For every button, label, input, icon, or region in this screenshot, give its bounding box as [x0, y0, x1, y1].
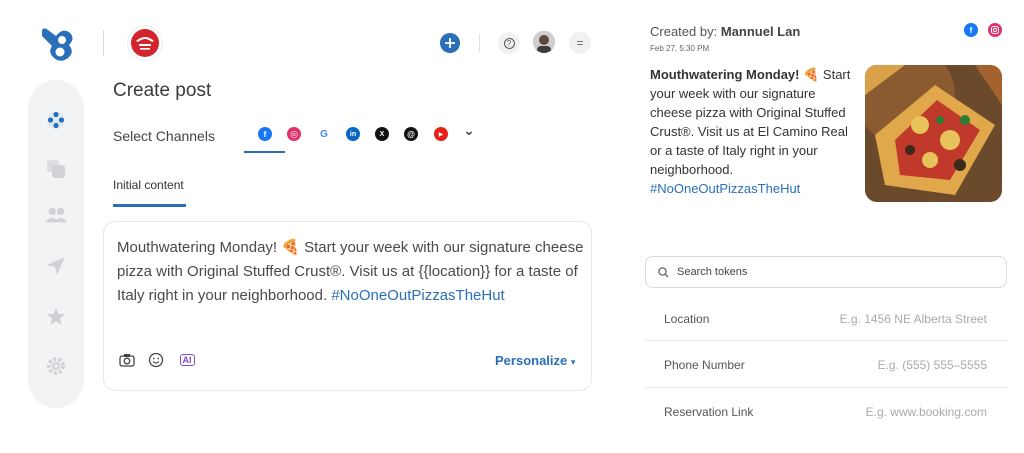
plus-icon: [445, 38, 455, 48]
row-divider: [645, 340, 1007, 341]
menu-button[interactable]: =: [569, 32, 591, 54]
users-icon[interactable]: [45, 204, 67, 226]
personalize-button[interactable]: Personalize ▾: [495, 353, 575, 368]
instagram-icon[interactable]: [988, 23, 1002, 37]
page-title: Create post: [113, 80, 212, 101]
threads-icon[interactable]: @: [404, 127, 418, 141]
facebook-icon[interactable]: f: [964, 23, 978, 37]
chevron-down-icon[interactable]: ⌄: [462, 122, 476, 138]
camera-icon[interactable]: [118, 352, 136, 368]
app-logo[interactable]: [36, 24, 78, 64]
post-editor[interactable]: Mouthwatering Monday! 🍕 Start your week …: [103, 221, 592, 391]
caret-down-icon: ▾: [570, 357, 576, 367]
preview-hashtag: #NoOneOutPizzasTheHut: [650, 181, 801, 196]
row-divider: [645, 387, 1007, 388]
pizza-hut-logo-icon: [131, 29, 159, 57]
help-button[interactable]: ?: [498, 32, 520, 54]
token-example-phone: E.g. (555) 555–5555: [877, 358, 987, 372]
x-icon[interactable]: X: [375, 127, 389, 141]
add-button[interactable]: [440, 33, 460, 53]
brand-avatar[interactable]: [127, 25, 163, 61]
linkedin-icon[interactable]: in: [346, 127, 360, 141]
tab-initial-content[interactable]: Initial content: [113, 178, 184, 192]
post-date: Feb 27, 5:30 PM: [650, 44, 710, 53]
sidebar: [28, 80, 84, 408]
tab-active-underline: [113, 204, 186, 207]
instagram-icon[interactable]: ◎: [287, 127, 301, 141]
preview-text: Mouthwatering Monday! 🍕 Start your week …: [650, 67, 851, 196]
token-example-location: E.g. 1456 NE Alberta Street: [839, 312, 987, 326]
menu-icon: =: [576, 36, 584, 50]
header-divider: [103, 30, 104, 56]
header-divider-2: [479, 34, 480, 52]
channels-icon[interactable]: [45, 109, 67, 131]
editor-text[interactable]: Mouthwatering Monday! 🍕 Start your week …: [117, 236, 587, 308]
ai-icon[interactable]: AI: [177, 352, 197, 368]
settings-icon[interactable]: [45, 355, 67, 377]
token-example-reservation: E.g. www.booking.com: [865, 405, 987, 419]
editor-hashtag: #NoOneOutPizzasTheHut: [331, 287, 505, 304]
star-icon[interactable]: [45, 306, 67, 328]
google-icon[interactable]: G: [317, 127, 331, 141]
created-by: Created by: Mannuel Lan: [650, 24, 801, 39]
select-channels-label: Select Channels: [113, 128, 215, 144]
search-icon: [658, 267, 669, 278]
help-icon: ?: [503, 37, 515, 49]
user-avatar[interactable]: [533, 31, 555, 53]
avatar-icon: [533, 31, 555, 53]
emoji-icon[interactable]: [147, 352, 165, 368]
send-icon[interactable]: [45, 255, 67, 277]
posts-icon[interactable]: [45, 158, 67, 180]
search-tokens-input[interactable]: Search tokens: [645, 256, 1007, 288]
post-image: [865, 65, 1002, 202]
token-label-location[interactable]: Location: [664, 312, 709, 326]
channel-active-underline: [244, 151, 285, 153]
token-label-reservation[interactable]: Reservation Link: [664, 405, 753, 419]
youtube-icon[interactable]: ▶: [434, 127, 448, 141]
token-label-phone[interactable]: Phone Number: [664, 358, 745, 372]
facebook-icon[interactable]: f: [258, 127, 272, 141]
